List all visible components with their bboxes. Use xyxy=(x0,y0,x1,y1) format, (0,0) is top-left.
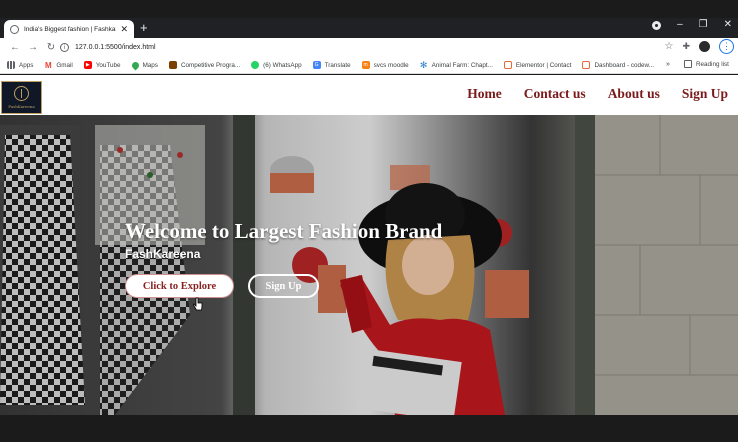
elementor-icon xyxy=(503,61,512,69)
maps-pin-icon xyxy=(130,60,141,70)
bookmark-whatsapp[interactable]: (6) WhatsApp xyxy=(251,61,302,69)
reading-list-icon xyxy=(684,60,692,68)
site-navbar: FashKareena Home Contact us About us Sig… xyxy=(0,75,738,115)
snowflake-icon: ✻ xyxy=(419,59,428,70)
web-page: FashKareena Home Contact us About us Sig… xyxy=(0,75,738,415)
window-controls: – ❐ ✕ xyxy=(652,20,732,30)
gmail-icon: M xyxy=(45,60,52,70)
bookmark-elementor[interactable]: Elementor | Contact xyxy=(503,61,572,69)
back-icon[interactable]: ← xyxy=(6,42,24,53)
bookmarks-bar: Apps M Gmail ▶ YouTube Maps Competitive Pr… xyxy=(0,57,738,74)
nav-links: Home Contact us About us Sign Up xyxy=(467,86,728,102)
hero-text-block: Welcome to Largest Fashion Brand FashKar… xyxy=(125,219,442,261)
hand-cursor-icon xyxy=(193,297,203,311)
youtube-icon: ▶ xyxy=(83,61,92,69)
bookmark-label: Dashboard - codew... xyxy=(594,61,654,69)
bookmark-label: (6) WhatsApp xyxy=(263,61,302,69)
new-tab-icon[interactable]: + xyxy=(140,21,148,34)
toolbar-actions: ☆ ✚ ⋮ xyxy=(664,39,734,54)
brand-logo[interactable]: FashKareena xyxy=(1,81,42,114)
bookmark-label: Apps xyxy=(19,61,34,69)
browser-tab[interactable]: India's Biggest fashion | Fashkare... ✕ xyxy=(4,20,134,38)
logo-text: FashKareena xyxy=(8,104,35,109)
bookmark-gmail[interactable]: M Gmail xyxy=(44,60,73,70)
reading-list[interactable]: Reading list xyxy=(684,60,729,68)
bookmark-star-icon[interactable]: ☆ xyxy=(664,41,673,52)
bookmarks-overflow-chevron-icon[interactable]: » xyxy=(666,61,670,68)
apps-grid-icon xyxy=(7,61,15,69)
bookmark-moodle[interactable]: m svcs moodle xyxy=(361,61,409,69)
reload-icon[interactable]: ↻ xyxy=(42,42,60,53)
hero-background-image xyxy=(0,115,738,415)
bookmark-label: YouTube xyxy=(95,61,121,69)
restore-icon[interactable]: ❐ xyxy=(699,20,708,30)
bookmark-label: Translate xyxy=(324,61,351,69)
bookmark-label: Competitive Progra... xyxy=(180,61,241,69)
bookmark-youtube[interactable]: ▶ YouTube xyxy=(83,61,121,69)
translate-icon: G xyxy=(312,61,321,69)
logo-emblem-icon xyxy=(14,86,29,101)
explore-button[interactable]: Click to Explore xyxy=(125,274,234,298)
minimize-icon[interactable]: – xyxy=(677,20,683,30)
menu-kebab-icon[interactable]: ⋮ xyxy=(719,39,734,54)
bookmark-competitive[interactable]: Competitive Progra... xyxy=(168,61,241,69)
nav-contact[interactable]: Contact us xyxy=(524,86,586,102)
bookmark-label: svcs moodle xyxy=(373,61,409,69)
forward-icon[interactable]: → xyxy=(24,42,42,53)
extensions-puzzle-icon[interactable]: ✚ xyxy=(682,41,690,52)
bookmark-translate[interactable]: G Translate xyxy=(312,61,351,69)
record-icon[interactable] xyxy=(652,20,662,30)
nav-about[interactable]: About us xyxy=(608,86,660,102)
bookmark-animal-farm[interactable]: ✻ Animal Farm: Chapt... xyxy=(419,59,493,70)
bookmark-label: Animal Farm: Chapt... xyxy=(431,61,493,69)
codewars-icon xyxy=(582,61,591,69)
reading-list-label: Reading list xyxy=(696,60,729,68)
bookmark-codewars[interactable]: Dashboard - codew... xyxy=(582,61,654,69)
hero-subtitle: FashKareena xyxy=(125,247,201,261)
hero-title: Welcome to Largest Fashion Brand xyxy=(125,219,443,243)
address-bar[interactable]: i 127.0.0.1:5500/index.html xyxy=(60,39,680,56)
bookmark-favicon-icon xyxy=(168,61,177,69)
nav-signup[interactable]: Sign Up xyxy=(682,86,728,102)
close-tab-icon[interactable]: ✕ xyxy=(120,24,128,34)
bookmark-label: Gmail xyxy=(56,61,73,69)
nav-home[interactable]: Home xyxy=(467,86,502,102)
hero-section: Welcome to Largest Fashion Brand FashKar… xyxy=(0,115,738,415)
info-icon[interactable]: i xyxy=(60,43,69,52)
moodle-icon: m xyxy=(361,61,370,69)
url-text: 127.0.0.1:5500/index.html xyxy=(75,44,156,51)
bookmark-maps[interactable]: Maps xyxy=(130,60,158,70)
close-window-icon[interactable]: ✕ xyxy=(724,20,732,30)
profile-extension-icon[interactable] xyxy=(699,41,710,52)
bookmark-apps[interactable]: Apps xyxy=(7,61,33,69)
tab-title: India's Biggest fashion | Fashkare... xyxy=(24,25,117,33)
whatsapp-icon xyxy=(251,61,260,69)
browser-tab-strip: India's Biggest fashion | Fashkare... ✕ … xyxy=(0,18,738,38)
globe-icon xyxy=(10,24,19,34)
hero-signup-button[interactable]: Sign Up xyxy=(248,274,319,298)
browser-toolbar: ← → ↻ i 127.0.0.1:5500/index.html ☆ ✚ ⋮ xyxy=(0,38,738,57)
bookmark-label: Elementor | Contact xyxy=(515,61,572,69)
bookmark-label: Maps xyxy=(142,61,158,69)
